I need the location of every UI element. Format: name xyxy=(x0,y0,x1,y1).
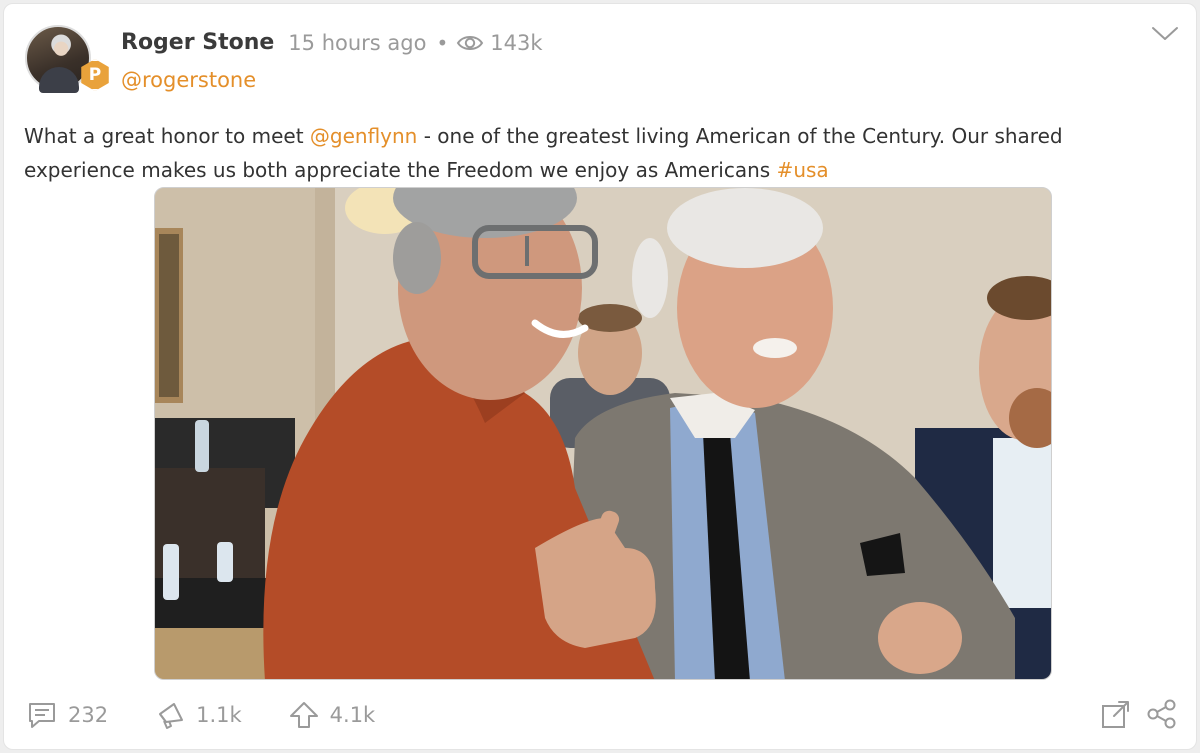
post-actions: 232 1.1k 4.1k xyxy=(26,700,375,730)
share-icon[interactable] xyxy=(1146,698,1178,730)
mention-link[interactable]: @genflynn xyxy=(310,124,417,148)
post-photo[interactable] xyxy=(154,187,1052,680)
megaphone-icon xyxy=(159,703,184,729)
post-timestamp: 15 hours ago xyxy=(288,30,427,55)
comment-button[interactable]: 232 xyxy=(26,700,108,730)
eye-icon xyxy=(457,35,484,50)
post-header: Roger Stone 15 hours ago • 143k xyxy=(121,30,543,55)
hashtag-link[interactable]: #usa xyxy=(777,158,829,182)
separator-dot: • xyxy=(436,30,449,55)
photo-illustration xyxy=(155,188,1051,679)
echo-count: 1.1k xyxy=(196,703,242,727)
upvote-arrow-icon xyxy=(289,702,318,728)
upvote-button[interactable]: 4.1k xyxy=(288,700,376,730)
author-handle[interactable]: @rogerstone xyxy=(121,68,256,92)
expand-icon[interactable] xyxy=(1100,698,1132,730)
post-text-part1: What a great honor to meet xyxy=(24,124,310,148)
view-count: 143k xyxy=(456,30,543,55)
view-count-value: 143k xyxy=(490,30,543,55)
post-secondary-actions xyxy=(1100,698,1178,730)
post-body: What a great honor to meet @genflynn - o… xyxy=(24,119,1174,187)
chevron-down-icon[interactable] xyxy=(1150,22,1180,44)
post-card: P Roger Stone 15 hours ago • 143k @roger… xyxy=(3,3,1197,750)
comment-icon xyxy=(29,703,55,728)
author-avatar[interactable]: P xyxy=(25,25,109,95)
comment-count: 232 xyxy=(68,703,109,727)
echo-button[interactable]: 1.1k xyxy=(154,700,242,730)
upvote-count: 4.1k xyxy=(329,703,376,727)
author-name[interactable]: Roger Stone xyxy=(121,30,274,55)
